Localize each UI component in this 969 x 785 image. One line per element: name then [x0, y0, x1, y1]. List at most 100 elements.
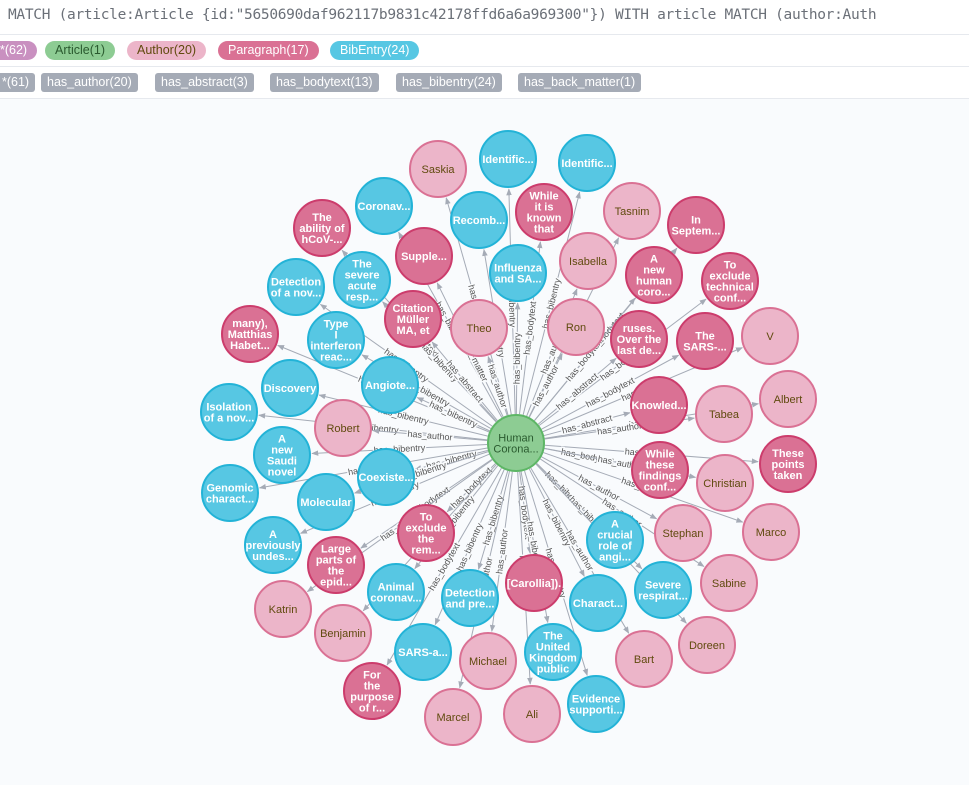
node-circle[interactable]	[244, 516, 302, 574]
node-bibentry-isolation[interactable]: Isolationof a nov...	[200, 383, 258, 441]
rel-type-has-author[interactable]: has_author(20)	[41, 73, 138, 92]
node-circle[interactable]	[625, 246, 683, 304]
node-circle[interactable]	[700, 554, 758, 612]
node-circle[interactable]	[603, 182, 661, 240]
node-author-tasnim[interactable]: Tasnim	[603, 182, 661, 240]
node-circle[interactable]	[459, 632, 517, 690]
node-bibentry-molecular[interactable]: Molecular	[297, 473, 355, 531]
node-bibentry-angiote[interactable]: Angiote...	[361, 356, 419, 414]
node-circle[interactable]	[615, 630, 673, 688]
node-bibentry-severe1[interactable]: Thesevereacuteresp...	[333, 251, 391, 309]
node-bibentry-animal[interactable]: Animalcoronav...	[367, 563, 425, 621]
node-circle[interactable]	[654, 504, 712, 562]
graph-canvas[interactable]: has_authorhas_bibentryhas_bibentryhas_bi…	[0, 99, 969, 785]
node-author-sabine[interactable]: Sabine	[700, 554, 758, 612]
cypher-query-text[interactable]: MATCH (article:Article {id:"5650690daf96…	[8, 7, 877, 23]
node-circle[interactable]	[221, 305, 279, 363]
node-circle[interactable]	[515, 183, 573, 241]
node-circle[interactable]	[567, 675, 625, 733]
node-bibentry-influenza[interactable]: Influenzaand SA...	[489, 244, 547, 302]
node-circle[interactable]	[201, 464, 259, 522]
node-author-v[interactable]: V	[741, 307, 799, 365]
node-circle[interactable]	[558, 134, 616, 192]
node-bibentry-sarsa[interactable]: SARS-a...	[394, 623, 452, 681]
node-bibentry-detection1[interactable]: Detectionof a nov...	[267, 258, 325, 316]
node-paragraph-toexclude1[interactable]: Toexcludetechnicalconf...	[701, 252, 759, 310]
node-paragraph-toexclude2[interactable]: Toexcludetherem...	[397, 504, 455, 562]
node-circle[interactable]	[741, 307, 799, 365]
node-author-katrin[interactable]: Katrin	[254, 580, 312, 638]
node-author-ron[interactable]: Ron	[547, 298, 605, 356]
node-circle[interactable]	[254, 580, 312, 638]
node-circle[interactable]	[253, 426, 311, 484]
node-circle[interactable]	[409, 140, 467, 198]
node-bibentry-identific1[interactable]: Identific...	[479, 130, 537, 188]
node-circle[interactable]	[297, 473, 355, 531]
node-circle[interactable]	[450, 191, 508, 249]
node-author-benjamin[interactable]: Benjamin	[314, 604, 372, 662]
node-article-article[interactable]: HumanCorona...	[487, 414, 545, 472]
node-bibentry-coronav1[interactable]: Coronav...	[355, 177, 413, 235]
rel-type-has-bodytext[interactable]: has_bodytext(13)	[270, 73, 379, 92]
rel-type-has-bibentry[interactable]: has_bibentry(24)	[396, 73, 502, 92]
node-circle[interactable]	[487, 414, 545, 472]
node-circle[interactable]	[395, 227, 453, 285]
node-bibentry-genomic[interactable]: Genomiccharact...	[201, 464, 259, 522]
node-circle[interactable]	[479, 130, 537, 188]
node-circle[interactable]	[569, 574, 627, 632]
node-bibentry-detection2[interactable]: Detectionand pre...	[441, 569, 499, 627]
node-circle[interactable]	[397, 504, 455, 562]
node-bibentry-evidence[interactable]: Evidencesupporti...	[567, 675, 625, 733]
node-paragraph-citation[interactable]: CitationMüllerMA, et	[384, 290, 442, 348]
node-circle[interactable]	[559, 232, 617, 290]
node-circle[interactable]	[333, 251, 391, 309]
node-label-all[interactable]: *(62)	[0, 41, 38, 60]
node-circle[interactable]	[696, 454, 754, 512]
node-circle[interactable]	[631, 441, 689, 499]
node-bibentry-identific2[interactable]: Identific...	[558, 134, 616, 192]
node-circle[interactable]	[667, 196, 725, 254]
node-label-bibentry[interactable]: BibEntry(24)	[330, 41, 420, 60]
node-circle[interactable]	[450, 299, 508, 357]
node-bibentry-ukpublic[interactable]: TheUnitedKingdompublic	[524, 623, 582, 681]
node-bibentry-previously[interactable]: Apreviouslyundes...	[244, 516, 302, 574]
node-paragraph-knowled[interactable]: Knowled...	[630, 376, 688, 434]
node-paragraph-ruses[interactable]: ruses.Over thelast de...	[610, 310, 668, 368]
node-circle[interactable]	[343, 662, 401, 720]
node-circle[interactable]	[293, 199, 351, 257]
node-author-marco[interactable]: Marco	[742, 503, 800, 561]
node-author-christian[interactable]: Christian	[696, 454, 754, 512]
node-paragraph-forpurpose[interactable]: Forthepurposeof r...	[343, 662, 401, 720]
node-circle[interactable]	[314, 399, 372, 457]
node-circle[interactable]	[357, 448, 415, 506]
node-bibentry-coexiste[interactable]: Coexiste...	[357, 448, 415, 506]
node-author-robert[interactable]: Robert	[314, 399, 372, 457]
node-circle[interactable]	[424, 688, 482, 746]
node-circle[interactable]	[610, 310, 668, 368]
node-circle[interactable]	[307, 536, 365, 594]
rel-type-has-abstract[interactable]: has_abstract(3)	[155, 73, 254, 92]
query-bar[interactable]: MATCH (article:Article {id:"5650690daf96…	[0, 0, 969, 35]
node-circle[interactable]	[547, 298, 605, 356]
node-circle[interactable]	[742, 503, 800, 561]
node-paragraph-insept[interactable]: InSeptem...	[667, 196, 725, 254]
node-circle[interactable]	[307, 311, 365, 369]
node-bibentry-saudi[interactable]: AnewSaudinovel	[253, 426, 311, 484]
node-author-bart[interactable]: Bart	[615, 630, 673, 688]
node-paragraph-supple[interactable]: Supple...	[395, 227, 453, 285]
node-circle[interactable]	[394, 623, 452, 681]
node-circle[interactable]	[314, 604, 372, 662]
rel-type-all[interactable]: *(61)	[0, 73, 36, 92]
node-paragraph-matthias[interactable]: many),MatthiasHabet...	[221, 305, 279, 363]
node-circle[interactable]	[759, 435, 817, 493]
node-author-albert[interactable]: Albert	[759, 370, 817, 428]
node-circle[interactable]	[701, 252, 759, 310]
node-label-author[interactable]: Author(20)	[127, 41, 207, 60]
node-circle[interactable]	[586, 511, 644, 569]
rel-type-has-back-matter[interactable]: has_back_matter(1)	[518, 73, 642, 92]
node-paragraph-carollia[interactable]: [Carollia]).	[505, 554, 563, 612]
node-label-article[interactable]: Article(1)	[45, 41, 116, 60]
node-circle[interactable]	[503, 685, 561, 743]
node-paragraph-whilefindings[interactable]: Whilethesefindingsconf...	[631, 441, 689, 499]
node-paragraph-whileknown[interactable]: Whileit isknownthat	[515, 183, 573, 241]
